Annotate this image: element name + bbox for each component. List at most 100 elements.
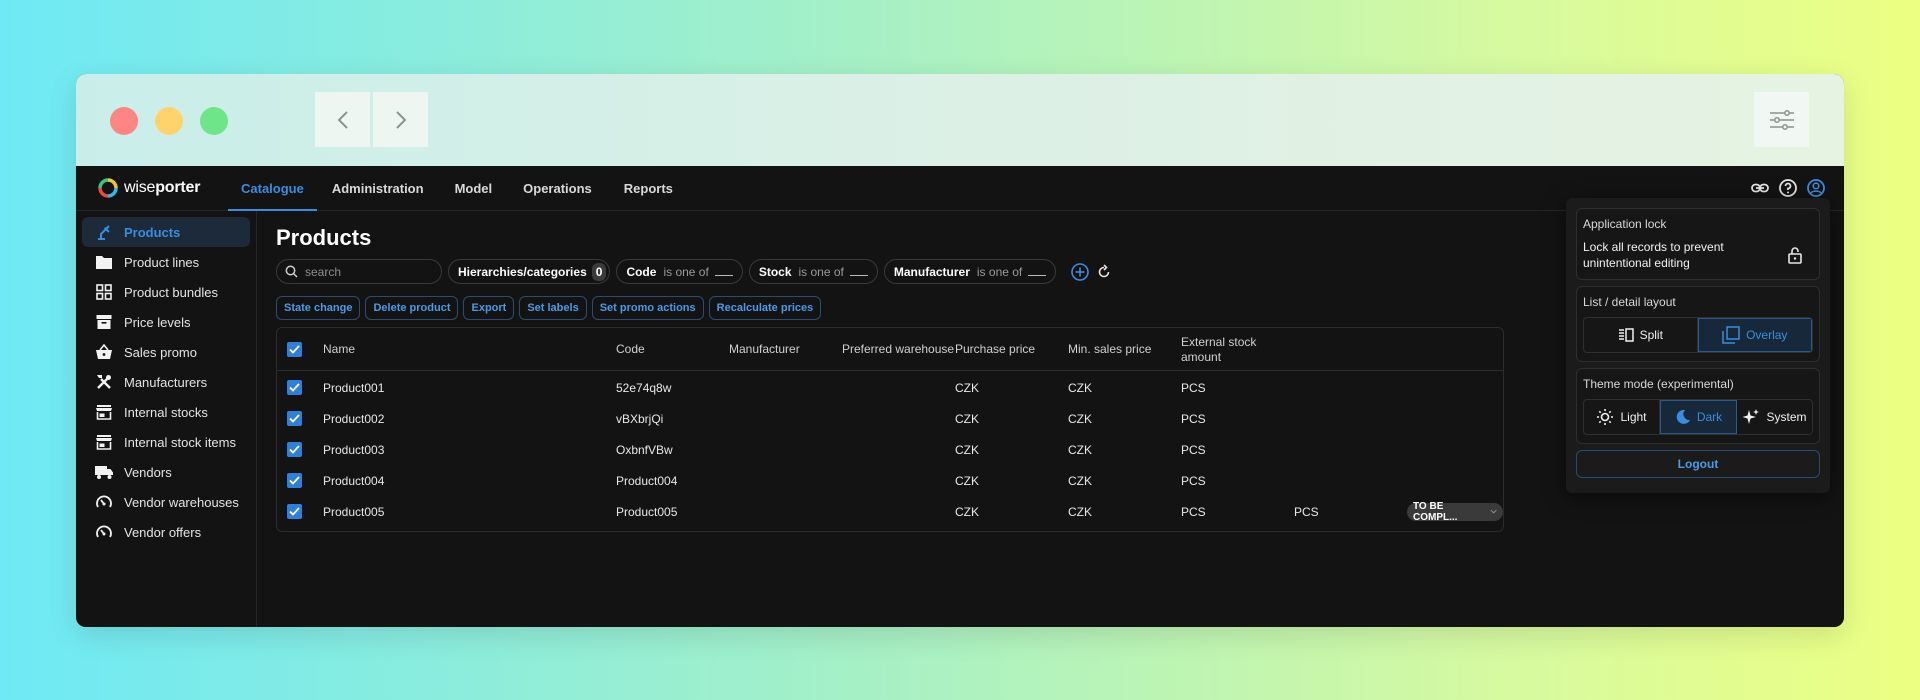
sidebar-item-price-levels[interactable]: Price levels (82, 307, 250, 337)
reset-filters-icon[interactable] (1096, 263, 1112, 280)
table-row[interactable]: Product001 52e74q8w CZK CZK PCS (277, 372, 1503, 403)
tab-administration[interactable]: Administration (319, 166, 440, 210)
bulk-actions: State change Delete product Export Set l… (276, 296, 822, 320)
layout-overlay-label: Overlay (1746, 328, 1788, 342)
sidebar-item-vendor-offers[interactable]: Vendor offers (82, 517, 250, 547)
code-filter-label: Code (626, 264, 657, 279)
sidebar-item-label: Vendors (124, 464, 172, 480)
cell-external-stock: PCS (1181, 473, 1206, 488)
add-filter-icon[interactable] (1070, 262, 1090, 282)
minimize-window-button[interactable] (155, 107, 183, 135)
tab-model[interactable]: Model (440, 166, 509, 210)
column-header-name[interactable]: Name (323, 328, 355, 371)
cell-external-stock: PCS (1181, 411, 1206, 426)
sidebar-item-products[interactable]: Products (82, 217, 250, 247)
column-header-min-sales-price[interactable]: Min. sales price (1068, 328, 1151, 371)
row-checkbox[interactable] (287, 473, 302, 488)
cell-name: Product003 (323, 442, 385, 457)
column-header-external-stock-amount[interactable]: External stock amount (1181, 328, 1271, 371)
logo[interactable]: wiseporter (98, 178, 226, 198)
chevron-left-icon (337, 110, 348, 129)
close-window-button[interactable] (110, 107, 138, 135)
logout-button[interactable]: Logout (1576, 450, 1820, 478)
row-checkbox[interactable] (287, 411, 302, 426)
application-lock-row[interactable]: Lock all records to prevent unintentiona… (1583, 239, 1813, 271)
sidebar-item-product-bundles[interactable]: Product bundles (82, 277, 250, 307)
sidebar-item-manufacturers[interactable]: Manufacturers (82, 367, 250, 397)
manufacturer-filter-chip[interactable]: Manufacturer is one of (883, 259, 1057, 284)
column-header-manufacturer[interactable]: Manufacturer (729, 328, 800, 371)
table-row[interactable]: Product005 Product005 CZK CZK PCS PCS TO… (277, 496, 1503, 527)
hierarchies-count-badge: 0 (591, 262, 607, 281)
table-row[interactable]: Product003 OxbnfVBw CZK CZK PCS (277, 434, 1503, 465)
export-button[interactable]: Export (463, 296, 515, 320)
stock-filter-chip[interactable]: Stock is one of (748, 259, 878, 284)
overlay-view-icon (1722, 326, 1740, 344)
account-icon[interactable] (1806, 178, 1826, 198)
row-checkbox[interactable] (287, 380, 302, 395)
search-input[interactable]: search (276, 259, 442, 284)
layout-title: List / detail layout (1583, 295, 1676, 309)
help-icon[interactable] (1778, 178, 1798, 198)
sidebar-item-product-lines[interactable]: Product lines (82, 247, 250, 277)
select-all-checkbox[interactable] (287, 342, 302, 357)
cell-min-sales-price: CZK (1068, 380, 1092, 395)
status-badge[interactable]: TO BE COMPL... (1407, 501, 1503, 523)
table-row[interactable]: Product004 Product004 CZK CZK PCS (277, 465, 1503, 496)
settings-sliders-button[interactable] (1754, 92, 1809, 147)
sun-icon (1597, 409, 1614, 425)
state-change-button[interactable]: State change (276, 296, 361, 320)
theme-dark-button[interactable]: Dark (1660, 400, 1737, 434)
delete-product-button[interactable]: Delete product (365, 296, 459, 320)
tab-operations[interactable]: Operations (508, 166, 609, 210)
cell-external-stock: PCS (1181, 380, 1206, 395)
set-labels-button[interactable]: Set labels (519, 296, 587, 320)
theme-light-button[interactable]: Light (1584, 400, 1660, 434)
sidebar-item-label: Products (124, 224, 181, 240)
check-icon (289, 383, 300, 392)
lock-open-icon[interactable] (1787, 246, 1803, 264)
hierarchies-filter-chip[interactable]: Hierarchies/categories 0 (448, 259, 611, 284)
table-row[interactable]: Product002 vBXbrjQi CZK CZK PCS (277, 403, 1503, 434)
code-filter-chip[interactable]: Code is one of (616, 259, 743, 284)
stock-filter-value[interactable] (849, 268, 868, 276)
speedometer-icon (94, 522, 114, 542)
moon-icon (1676, 409, 1690, 424)
column-header-purchase-price[interactable]: Purchase price (955, 328, 1035, 371)
manufacturer-filter-value[interactable] (1028, 268, 1047, 276)
maximize-window-button[interactable] (200, 107, 228, 135)
forward-button[interactable] (373, 92, 428, 147)
browser-window: wiseporter Catalogue Administration Mode… (76, 74, 1844, 627)
sidebar-item-label: Sales promo (124, 344, 197, 360)
tab-catalogue[interactable]: Catalogue (226, 166, 319, 211)
application-lock-card: Application lock Lock all records to pre… (1576, 208, 1820, 280)
recalculate-prices-button[interactable]: Recalculate prices (708, 296, 822, 320)
sidebar-item-internal-stocks[interactable]: Internal stocks (82, 397, 250, 427)
theme-system-label: System (1766, 410, 1807, 424)
cell-code: 52e74q8w (616, 380, 672, 395)
layout-overlay-button[interactable]: Overlay (1697, 318, 1812, 352)
hierarchies-label: Hierarchies/categories (458, 264, 587, 279)
tab-reports[interactable]: Reports (609, 166, 688, 210)
set-promo-actions-button[interactable]: Set promo actions (591, 296, 704, 320)
sidebar-item-label: Vendor offers (124, 524, 202, 540)
row-checkbox[interactable] (287, 442, 302, 457)
cell-purchase-price: CZK (955, 380, 979, 395)
window-titlebar (76, 74, 1844, 166)
sidebar-item-vendors[interactable]: Vendors (82, 457, 250, 487)
code-filter-value[interactable] (714, 268, 733, 276)
column-header-code[interactable]: Code (616, 328, 645, 371)
sidebar-item-sales-promo[interactable]: Sales promo (82, 337, 250, 367)
row-checkbox[interactable] (287, 504, 302, 519)
theme-system-button[interactable]: System (1737, 400, 1812, 434)
layout-split-button[interactable]: Split (1584, 318, 1698, 352)
back-button[interactable] (315, 92, 370, 147)
link-icon[interactable] (1750, 178, 1770, 198)
cell-code: vBXbrjQi (616, 411, 664, 426)
cell-status: TO BE COMPL... (1407, 496, 1503, 527)
sidebar-item-internal-stock-items[interactable]: Internal stock items (82, 427, 250, 457)
user-settings-popover: Application lock Lock all records to pre… (1566, 198, 1830, 493)
split-view-icon (1618, 328, 1634, 342)
sidebar-item-vendor-warehouses[interactable]: Vendor warehouses (82, 487, 250, 517)
column-header-preferred-warehouse[interactable]: Preferred warehouse (842, 328, 954, 371)
